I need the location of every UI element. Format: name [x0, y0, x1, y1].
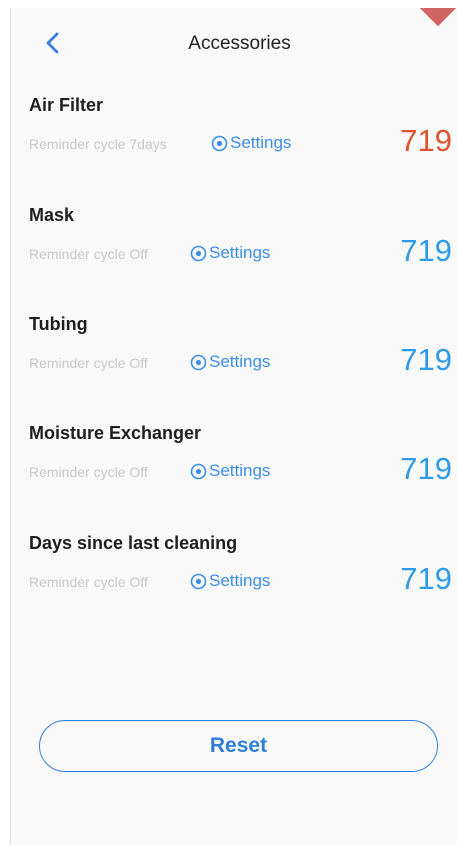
- settings-link[interactable]: Settings: [190, 461, 270, 481]
- reset-label: Reset: [209, 734, 268, 757]
- accessory-name: Tubing: [29, 314, 88, 334]
- accessory-name: Moisture Exchanger: [29, 423, 202, 443]
- settings-label: Settings: [209, 243, 271, 262]
- accessory-name: Days since last cleaning: [29, 533, 238, 553]
- accessory-item-air-filter: Air Filter Reminder cycle 7days Settings…: [29, 95, 454, 185]
- reset-button[interactable]: Reset: [39, 720, 438, 772]
- settings-icon: [190, 245, 207, 261]
- settings-link[interactable]: Settings: [190, 571, 270, 591]
- settings-icon: [190, 573, 207, 589]
- settings-link[interactable]: Settings: [211, 133, 291, 153]
- day-count: 719: [400, 123, 452, 158]
- settings-label: Settings: [209, 352, 271, 371]
- settings-link[interactable]: Settings: [190, 243, 270, 263]
- accessory-name: Air Filter: [29, 95, 104, 115]
- reminder-cycle-text: Reminder cycle Off: [29, 246, 148, 262]
- reminder-cycle-text: Reminder cycle Off: [29, 464, 148, 480]
- accessory-item-tubing: Tubing Reminder cycle Off Settings 719: [29, 314, 454, 404]
- settings-link[interactable]: Settings: [190, 352, 270, 372]
- settings-label: Settings: [230, 133, 292, 152]
- day-count: 719: [400, 561, 452, 596]
- page-title: Accessories: [188, 33, 291, 54]
- settings-icon: [211, 135, 228, 151]
- day-count: 719: [400, 233, 452, 268]
- app-screen: Accessories Air Filter Reminder cycle 7d…: [10, 8, 457, 845]
- reminder-cycle-text: Reminder cycle 7days: [29, 136, 167, 152]
- day-count: 719: [400, 451, 452, 486]
- accessory-item-moisture-exchanger: Moisture Exchanger Reminder cycle Off Se…: [29, 423, 454, 513]
- reminder-cycle-text: Reminder cycle Off: [29, 574, 148, 590]
- accessory-item-cleaning: Days since last cleaning Reminder cycle …: [29, 533, 454, 623]
- settings-icon: [190, 354, 207, 370]
- accessory-name: Mask: [29, 205, 75, 225]
- header-bar: Accessories: [11, 24, 457, 64]
- accessory-item-mask: Mask Reminder cycle Off Settings 719: [29, 205, 454, 295]
- day-count: 719: [400, 342, 452, 377]
- reminder-cycle-text: Reminder cycle Off: [29, 355, 148, 371]
- settings-label: Settings: [209, 461, 271, 480]
- settings-label: Settings: [209, 571, 271, 590]
- settings-icon: [190, 463, 207, 479]
